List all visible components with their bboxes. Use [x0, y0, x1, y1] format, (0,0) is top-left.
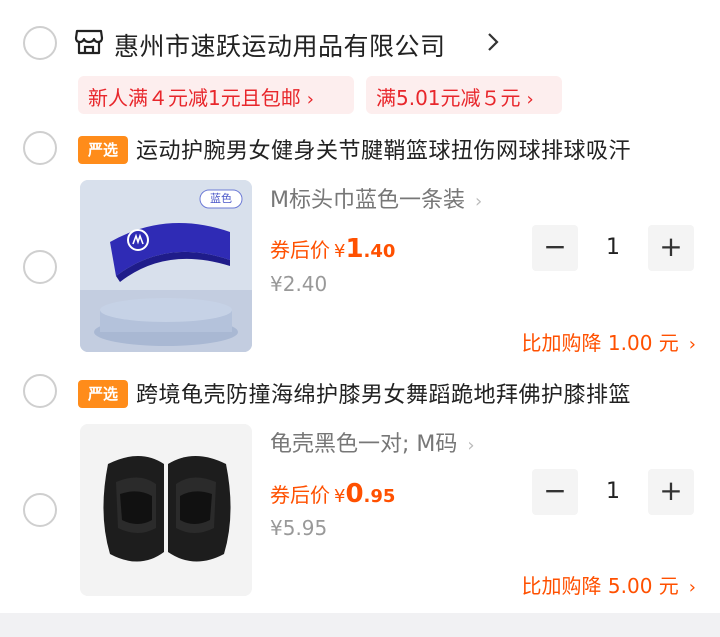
item-title[interactable]: 运动护腕男女健身关节腱鞘篮球扭伤网球排球吸汗 [136, 133, 631, 165]
product-thumbnail[interactable]: 蓝色 [80, 180, 252, 352]
price-integer: 1 [345, 234, 364, 264]
chevron-right-icon: › [688, 334, 696, 355]
price-label: 券后价 [270, 483, 330, 507]
decrease-button[interactable]: − [532, 469, 578, 515]
price-drop-label: 比加购降 5.00 元 [521, 574, 679, 598]
shop-header[interactable]: 惠州市速跃运动用品有限公司 [0, 18, 720, 68]
original-price: ¥2.40 [270, 272, 328, 296]
variant-label: 龟壳黑色一对; M码 [270, 432, 458, 457]
price-label: 券后价 [270, 238, 330, 262]
variant-label: M标头巾蓝色一条装 [270, 188, 465, 213]
quantity-value[interactable]: 1 [578, 469, 648, 515]
thumb-color-badge: 蓝色 [210, 192, 232, 205]
increase-button[interactable]: + [648, 225, 694, 271]
shop-icon [74, 28, 104, 56]
decrease-button[interactable]: − [532, 225, 578, 271]
coupon-label: 新人满４元减1元且包邮 [88, 86, 301, 110]
coupon-price: 券后价 ¥1.40 [270, 234, 395, 264]
coupon-new-user[interactable]: 新人满４元减1元且包邮 › [78, 76, 354, 114]
item-title-row[interactable]: 严选 运动护腕男女健身关节腱鞘篮球扭伤网球排球吸汗 [0, 133, 720, 173]
quantity-stepper[interactable]: − 1 + [532, 469, 694, 515]
chevron-right-icon: › [474, 191, 483, 212]
shop-name[interactable]: 惠州市速跃运动用品有限公司 [114, 27, 446, 63]
coupon-discount[interactable]: 满5.01元减５元 › [366, 76, 562, 114]
chevron-right-icon: › [688, 577, 696, 598]
quantity-stepper[interactable]: − 1 + [532, 225, 694, 271]
variant-selector[interactable]: 龟壳黑色一对; M码 › [270, 426, 475, 458]
product-thumbnail[interactable] [80, 424, 252, 596]
original-price: ¥5.95 [270, 516, 328, 540]
coupon-label: 满5.01元减５元 [376, 86, 521, 110]
bottom-divider [0, 613, 720, 637]
variant-selector[interactable]: M标头巾蓝色一条装 › [270, 182, 482, 214]
price-integer: 0 [345, 479, 364, 509]
currency-symbol: ¥ [334, 486, 346, 507]
item-select-radio[interactable] [23, 250, 57, 284]
price-drop-link[interactable]: 比加购降 5.00 元 › [522, 570, 696, 599]
price-decimal: .40 [363, 241, 396, 262]
strict-select-badge: 严选 [78, 380, 128, 408]
price-drop-link[interactable]: 比加购降 1.00 元 › [522, 327, 696, 356]
strict-select-badge: 严选 [78, 136, 128, 164]
currency-symbol: ¥ [334, 241, 346, 262]
chevron-right-icon: › [306, 89, 314, 110]
increase-button[interactable]: + [648, 469, 694, 515]
chevron-right-icon[interactable] [486, 31, 500, 53]
item-select-radio[interactable] [23, 493, 57, 527]
chevron-right-icon: › [467, 435, 475, 456]
quantity-value[interactable]: 1 [578, 225, 648, 271]
item-title-row[interactable]: 严选 跨境龟壳防撞海绵护膝男女舞蹈跪地拜佛护膝排篮 [0, 377, 720, 417]
coupon-price: 券后价 ¥0.95 [270, 479, 395, 509]
chevron-right-icon: › [526, 89, 534, 110]
price-decimal: .95 [363, 486, 396, 507]
item-title[interactable]: 跨境龟壳防撞海绵护膝男女舞蹈跪地拜佛护膝排篮 [136, 377, 631, 409]
price-drop-label: 比加购降 1.00 元 [521, 331, 679, 355]
